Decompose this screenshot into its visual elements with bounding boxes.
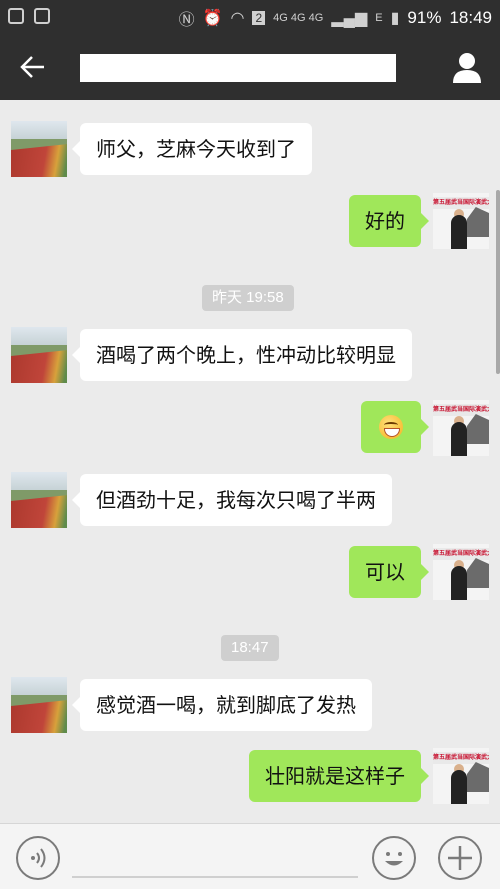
plus-button[interactable]	[438, 836, 482, 880]
contact-avatar[interactable]	[11, 677, 67, 733]
arrow-left-icon[interactable]	[18, 52, 48, 82]
my-avatar[interactable]: 第五届武当国际演武大	[433, 748, 489, 804]
plus-icon	[448, 846, 472, 870]
my-avatar[interactable]: 第五届武当国际演武大	[433, 400, 489, 456]
chat-header	[0, 34, 500, 100]
message-bubble-outgoing[interactable]: 好的	[349, 195, 429, 247]
message-bubble-outgoing[interactable]: 可以	[349, 546, 429, 598]
my-avatar[interactable]: 第五届武当国际演武大	[433, 544, 489, 600]
my-avatar[interactable]: 第五届武当国际演武大	[433, 193, 489, 249]
signal-icon: ▂▄▆	[331, 10, 368, 27]
scrollbar[interactable]	[496, 190, 500, 374]
contact-avatar[interactable]	[11, 472, 67, 528]
contact-avatar[interactable]	[11, 121, 67, 177]
battery-percent: 91%	[407, 8, 442, 27]
status-bar: Ⓝ ⏰ ◠ 2 4G 4G 4G ▂▄▆ E ▮ 91% 18:49	[0, 0, 500, 34]
message-input[interactable]	[72, 838, 358, 878]
message-bubble-incoming[interactable]: 感觉酒一喝，就到脚底了发热	[72, 679, 372, 731]
timestamp: 18:47	[221, 635, 279, 661]
message-bubble-outgoing[interactable]: 壮阳就是这样子	[249, 750, 429, 802]
emoji-button[interactable]	[372, 836, 416, 880]
message-bubble-incoming[interactable]: 但酒劲十足，我每次只喝了半两	[72, 474, 392, 526]
nfc-icon: Ⓝ	[178, 12, 195, 29]
grinning-emoji-icon	[379, 415, 403, 439]
clock: 18:49	[449, 8, 492, 27]
smiley-icon	[385, 852, 403, 866]
message-bubble-incoming[interactable]: 师父，芝麻今天收到了	[72, 123, 312, 175]
message-bubble-incoming[interactable]: 酒喝了两个晚上，性冲动比较明显	[72, 329, 412, 381]
alarm-icon: ⏰	[202, 10, 223, 27]
battery-icon: ▮	[390, 10, 400, 27]
person-icon[interactable]	[450, 50, 484, 84]
voice-icon	[31, 848, 46, 868]
message-bubble-outgoing[interactable]	[361, 401, 429, 453]
chat-title	[80, 54, 396, 82]
sim-label: 2	[252, 11, 266, 25]
checkbox-notification-icon	[34, 8, 50, 24]
wifi-icon: ◠	[230, 10, 245, 27]
e-label: E	[375, 12, 383, 24]
timestamp: 昨天 19:58	[202, 285, 294, 311]
voice-button[interactable]	[16, 836, 60, 880]
input-bar	[0, 823, 500, 889]
contact-avatar[interactable]	[11, 327, 67, 383]
gallery-notification-icon	[8, 8, 24, 24]
network-label: 4G 4G 4G	[273, 12, 324, 24]
